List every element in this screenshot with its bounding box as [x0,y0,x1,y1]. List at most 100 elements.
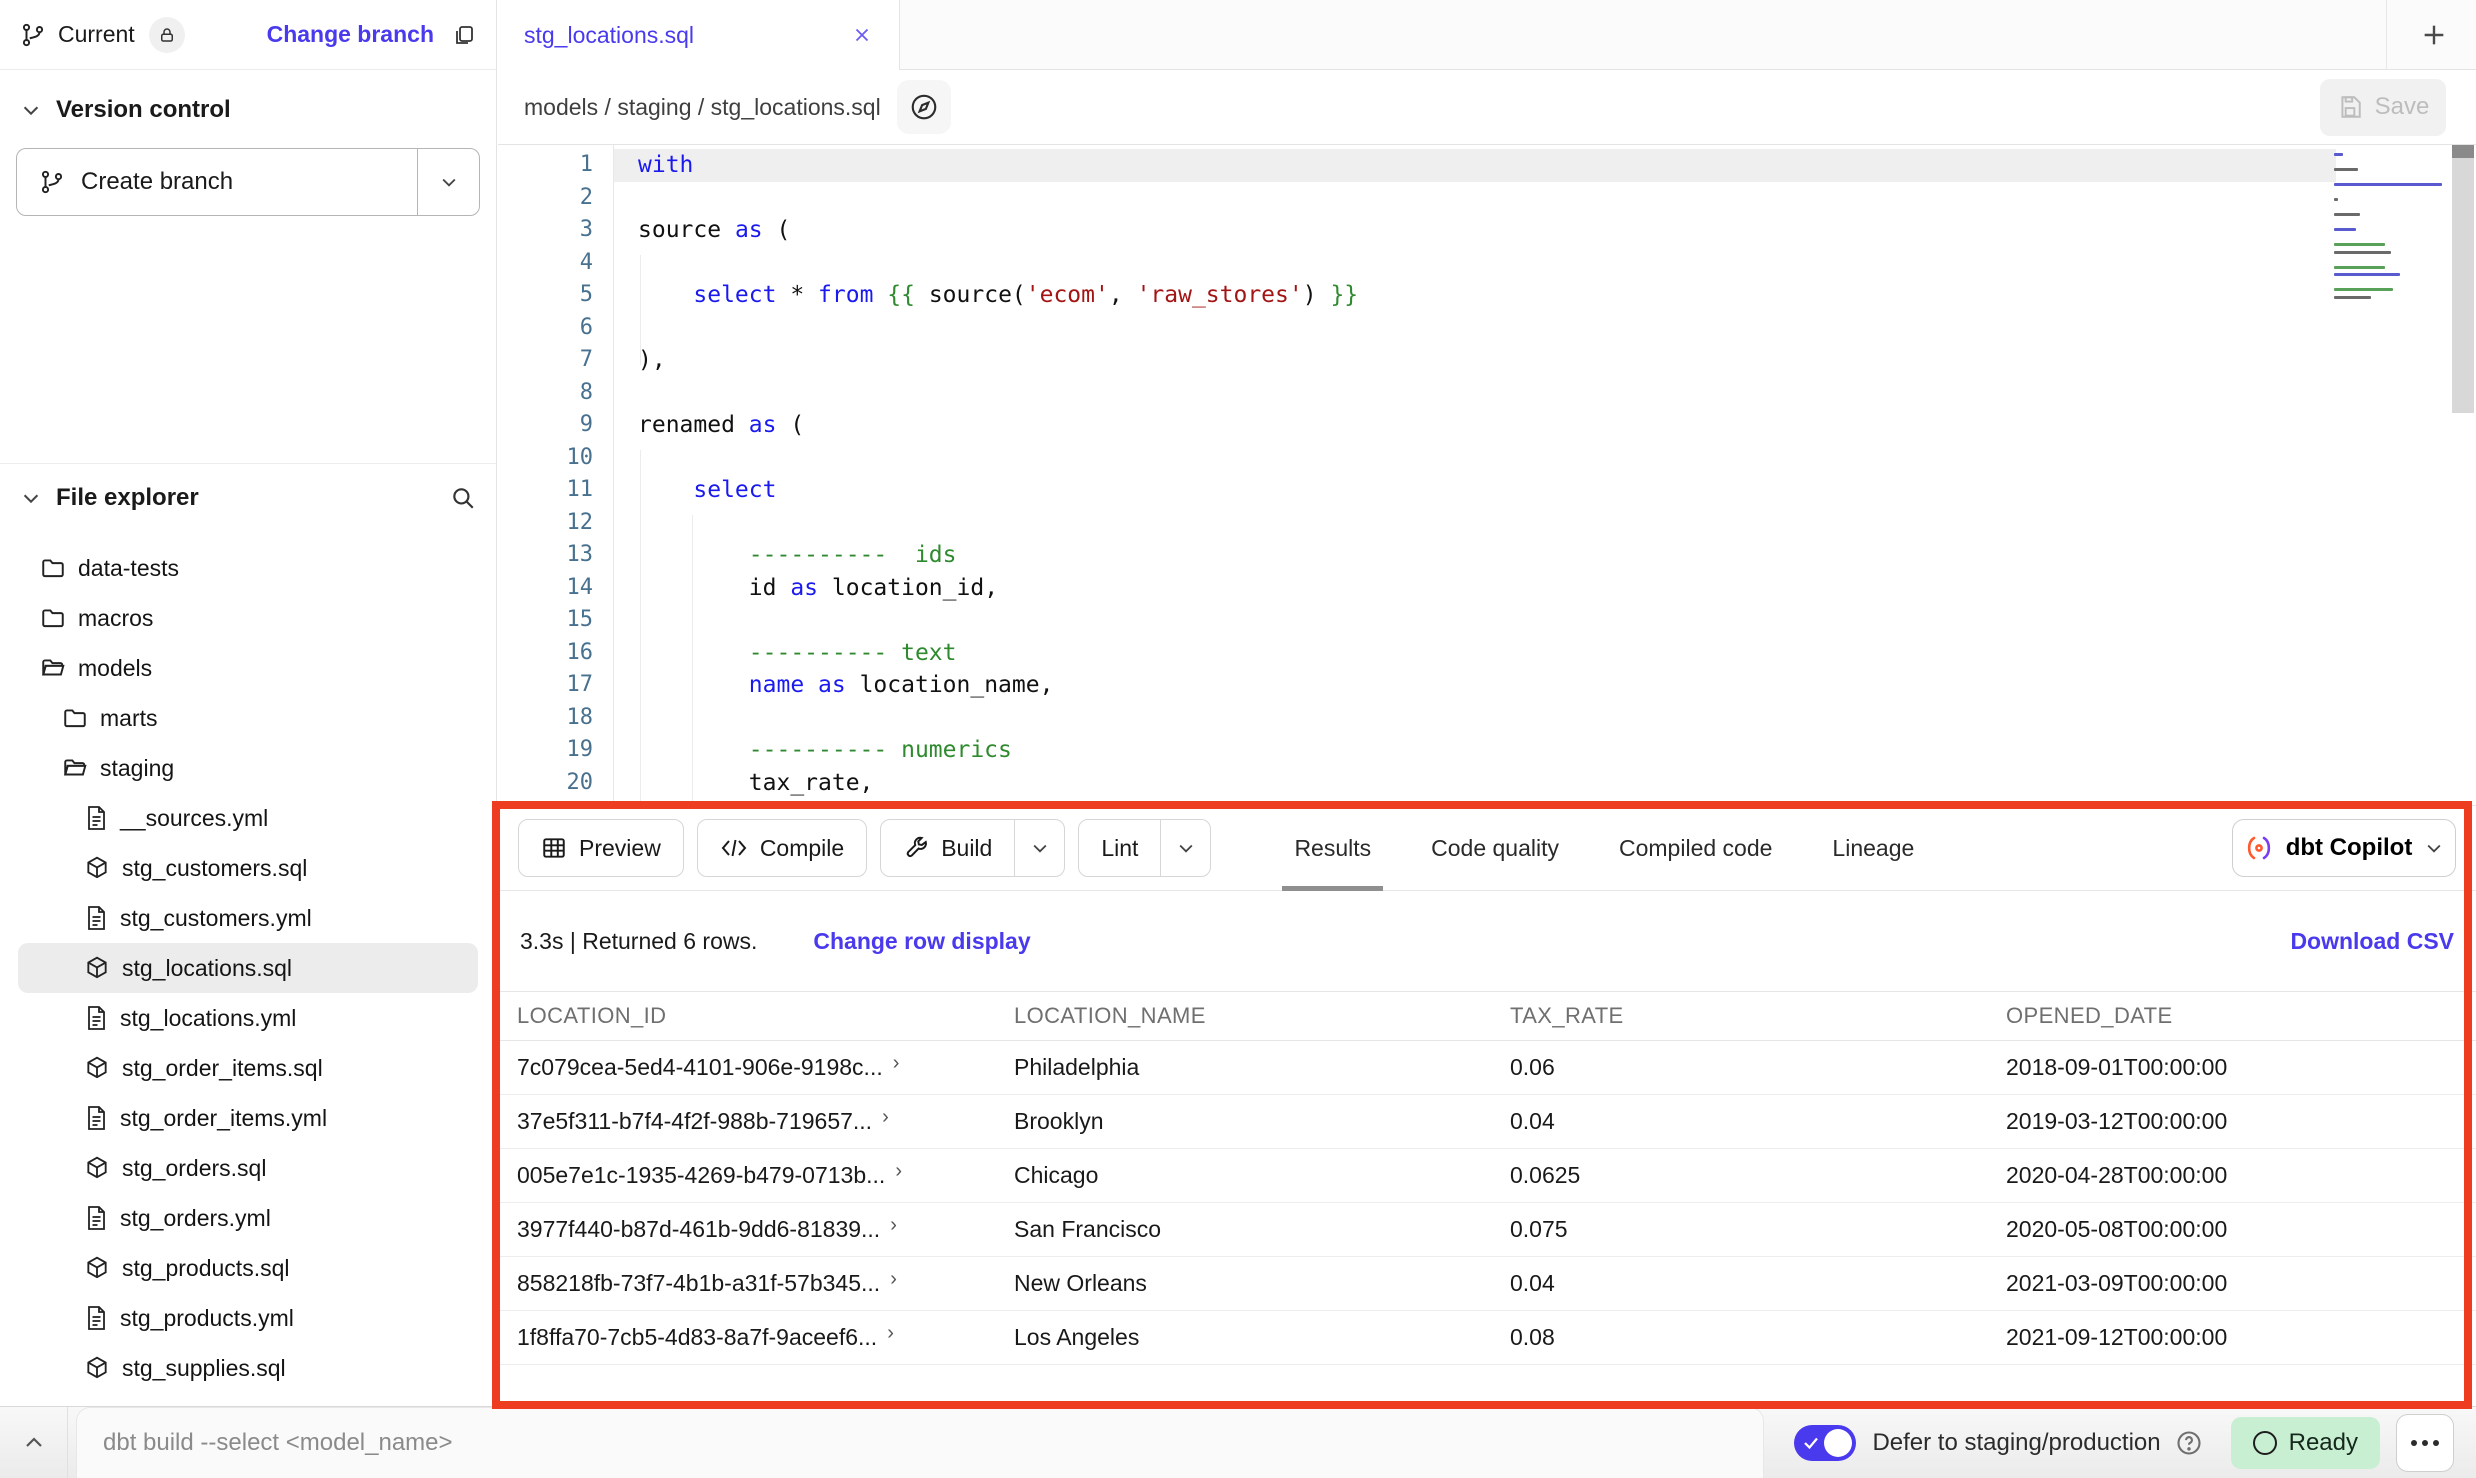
command-input[interactable]: dbt build --select <model_name> [76,1407,1764,1478]
download-csv-link[interactable]: Download CSV [2290,928,2454,955]
code-line-8[interactable] [614,377,2336,410]
file-item--sources-yml[interactable]: __sources.yml [18,793,478,843]
table-row[interactable]: 858218fb-73f7-4b1b-a31f-57b345...›New Or… [498,1257,2476,1311]
editor-scrollbar-thumb[interactable] [2452,145,2474,158]
preview-button[interactable]: Preview [518,819,684,877]
close-icon[interactable] [851,24,873,46]
row-expand-icon[interactable]: › [882,1106,889,1129]
table-row[interactable]: 7c079cea-5ed4-4101-906e-9198c...›Philade… [498,1041,2476,1095]
code-line-19[interactable]: ---------- numerics [614,734,2336,767]
file-item-stg-products-yml[interactable]: stg_products.yml [18,1293,478,1343]
create-branch-dropdown[interactable] [417,149,479,215]
file-item-macros[interactable]: macros [18,593,478,643]
row-expand-icon[interactable]: › [890,1268,897,1291]
file-item-models[interactable]: models [18,643,478,693]
table-row[interactable]: 3977f440-b87d-461b-9dd6-81839...›San Fra… [498,1203,2476,1257]
editor-scrollbar-track[interactable] [2452,145,2474,413]
panel-tab-lineage[interactable]: Lineage [1828,806,1918,891]
code-line-15[interactable] [614,604,2336,637]
folder-open-icon [40,655,66,681]
more-options-button[interactable] [2396,1414,2454,1472]
file-item-stg-customers-sql[interactable]: stg_customers.sql [18,843,478,893]
panel-tab-code-quality[interactable]: Code quality [1427,806,1563,891]
collapse-panel-button[interactable] [0,1407,68,1478]
line-number: 14 [498,572,613,605]
line-number: 11 [498,474,613,507]
table-row[interactable]: 1f8ffa70-7cb5-4d83-8a7f-9aceef6...›Los A… [498,1311,2476,1365]
file-item-stg-locations-yml[interactable]: stg_locations.yml [18,993,478,1043]
defer-toggle[interactable] [1794,1425,1856,1461]
table-row[interactable]: 005e7e1c-1935-4269-b479-0713b...›Chicago… [498,1149,2476,1203]
code-line-11[interactable]: select [614,474,2336,507]
code-line-3[interactable]: source as ( [614,214,2336,247]
lint-dropdown[interactable] [1160,820,1210,876]
line-number: 3 [498,214,613,247]
panel-tab-compiled-code[interactable]: Compiled code [1615,806,1776,891]
file-explorer-header[interactable]: File explorer [0,463,496,531]
code-line-16[interactable]: ---------- text [614,637,2336,670]
copy-icon[interactable] [452,23,476,47]
code-line-1[interactable]: with [614,149,2336,182]
file-item-staging[interactable]: staging [18,743,478,793]
row-expand-icon[interactable]: › [893,1052,900,1075]
create-branch-button[interactable]: Create branch [16,148,480,216]
lint-button[interactable]: Lint [1078,819,1211,877]
code-line-14[interactable]: id as location_id, [614,572,2336,605]
build-dropdown[interactable] [1014,820,1064,876]
code-line-7[interactable]: ), [614,344,2336,377]
file-item-data-tests[interactable]: data-tests [18,543,478,593]
change-row-display-link[interactable]: Change row display [813,928,1030,955]
ready-status-button[interactable]: Ready [2231,1417,2380,1469]
file-item-stg-order-items-yml[interactable]: stg_order_items.yml [18,1093,478,1143]
code-line-13[interactable]: ---------- ids [614,539,2336,572]
code-area[interactable]: with source as ( select * from {{ source(… [614,149,2336,799]
file-item-stg-supplies-sql[interactable]: stg_supplies.sql [18,1343,478,1393]
tab-stg-locations-sql[interactable]: stg_locations.sql [498,0,900,70]
yaml-file-icon [84,905,108,931]
row-expand-icon[interactable]: › [887,1322,894,1345]
file-item-stg-customers-yml[interactable]: stg_customers.yml [18,893,478,943]
code-line-5[interactable]: select * from {{ source('ecom', 'raw_sto… [614,279,2336,312]
code-line-12[interactable] [614,507,2336,540]
code-line-2[interactable] [614,182,2336,215]
row-expand-icon[interactable]: › [895,1160,902,1183]
create-branch-main[interactable]: Create branch [17,149,417,215]
file-item-label: stg_order_items.sql [122,1055,323,1082]
version-control-header[interactable]: Version control [0,70,496,124]
model-file-icon [84,1355,110,1381]
file-item-stg-products-sql[interactable]: stg_products.sql [18,1243,478,1293]
code-line-9[interactable]: renamed as ( [614,409,2336,442]
table-row[interactable]: 37e5f311-b7f4-4f2f-988b-719657...›Brookl… [498,1095,2476,1149]
search-icon[interactable] [450,485,476,511]
file-item-stg-orders-sql[interactable]: stg_orders.sql [18,1143,478,1193]
code-line-18[interactable] [614,702,2336,735]
file-item-stg-order-items-sql[interactable]: stg_order_items.sql [18,1043,478,1093]
code-line-4[interactable] [614,247,2336,280]
file-item-stg-locations-sql[interactable]: stg_locations.sql [18,943,478,993]
row-expand-icon[interactable]: › [890,1214,897,1237]
compile-button[interactable]: Compile [697,819,867,877]
column-header: LOCATION_NAME [1014,1003,1510,1029]
help-icon[interactable] [2175,1429,2203,1457]
table-cell: 1f8ffa70-7cb5-4d83-8a7f-9aceef6...› [517,1324,1014,1351]
change-branch-link[interactable]: Change branch [267,21,434,48]
file-item-label: stg_locations.sql [122,955,292,982]
lineage-compass-icon[interactable] [897,80,951,134]
tab-bar: stg_locations.sql [498,0,2476,70]
code-line-17[interactable]: name as location_name, [614,669,2336,702]
code-line-6[interactable] [614,312,2336,345]
code-line-10[interactable] [614,442,2336,475]
panel-tab-results[interactable]: Results [1290,806,1375,891]
folder-icon [40,555,66,581]
save-button[interactable]: Save [2320,79,2446,136]
dbt-copilot-button[interactable]: dbt Copilot [2232,819,2456,877]
table-grid-icon [541,835,567,861]
code-line-20[interactable]: tax_rate, [614,767,2336,800]
new-tab-plus-icon[interactable] [2418,19,2450,51]
compile-label: Compile [760,835,844,862]
code-editor[interactable]: 1234567891011121314151617181920 withsour… [498,145,2476,805]
file-item-marts[interactable]: marts [18,693,478,743]
build-button[interactable]: Build [880,819,1065,877]
indent-guide [640,255,641,365]
file-item-stg-orders-yml[interactable]: stg_orders.yml [18,1193,478,1243]
